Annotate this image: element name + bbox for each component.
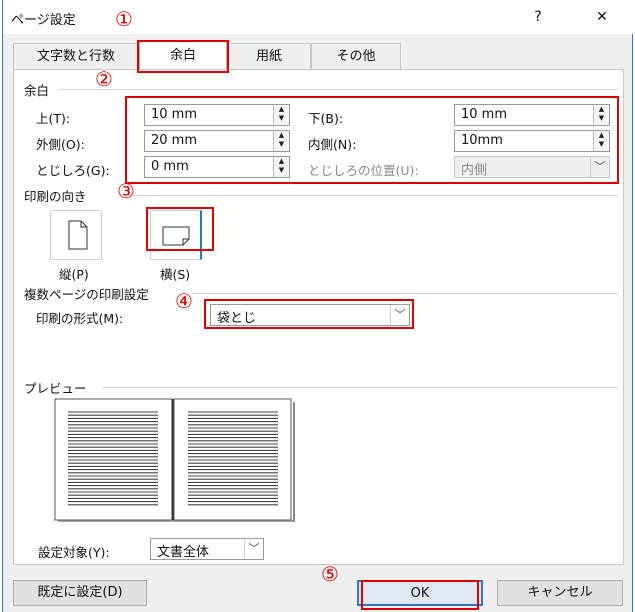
highlight-box-landscape [146, 207, 214, 251]
highlight-box-ok [361, 580, 479, 610]
print-format-label: 印刷の形式(M): [36, 311, 124, 326]
page-setup-dialog: ページ設定 ? ✕ 文字数と行数 余白 用紙 その他 余白 上(T): 10 m… [2, 0, 634, 612]
portrait-label: 縦(P) [59, 267, 89, 282]
outer-margin-label: 外側(O): [36, 137, 85, 152]
tab-other[interactable]: その他 [311, 43, 401, 69]
tab-paper[interactable]: 用紙 [227, 43, 311, 69]
apply-to-select[interactable]: 文書全体 ﹀ [150, 538, 264, 560]
preview-booklet-image [54, 398, 295, 522]
portrait-page-icon [68, 220, 88, 250]
tab-chars-lines[interactable]: 文字数と行数 [13, 43, 139, 69]
annotation-number-1: ① [115, 7, 133, 31]
landscape-label: 横(S) [160, 267, 191, 282]
top-margin-label: 上(T): [36, 111, 71, 126]
annotation-number-2: ② [95, 67, 113, 91]
portrait-button[interactable] [50, 210, 102, 260]
help-icon[interactable]: ? [527, 6, 549, 28]
set-default-button[interactable]: 既定に設定(D) [13, 580, 147, 606]
orientation-divider [128, 195, 618, 196]
multipage-group-title: 複数ページの印刷設定 [24, 287, 149, 302]
highlight-box-print-format [204, 299, 414, 329]
cancel-button[interactable]: キャンセル [497, 580, 623, 606]
window-title: ページ設定 [11, 13, 76, 28]
close-icon[interactable]: ✕ [591, 6, 613, 28]
highlight-box-margin-fields [125, 96, 619, 184]
title-bar: ページ設定 ? ✕ [3, 0, 634, 34]
chevron-down-icon[interactable]: ﹀ [244, 539, 263, 559]
annotation-number-5: ⑤ [321, 562, 339, 586]
multipage-divider [192, 293, 618, 294]
margins-divider [58, 89, 618, 90]
orientation-group-title: 印刷の向き [24, 189, 87, 204]
highlight-box-margins-tab [137, 40, 229, 73]
annotation-number-3: ③ [117, 179, 135, 203]
preview-group-title: プレビュー [24, 381, 87, 396]
annotation-number-4: ④ [175, 289, 193, 313]
apply-to-value: 文書全体 [157, 545, 210, 560]
apply-to-label: 設定対象(Y): [38, 545, 110, 560]
margins-group-title: 余白 [24, 83, 50, 98]
gutter-label: とじしろ(G): [36, 163, 110, 178]
preview-divider [102, 387, 618, 388]
